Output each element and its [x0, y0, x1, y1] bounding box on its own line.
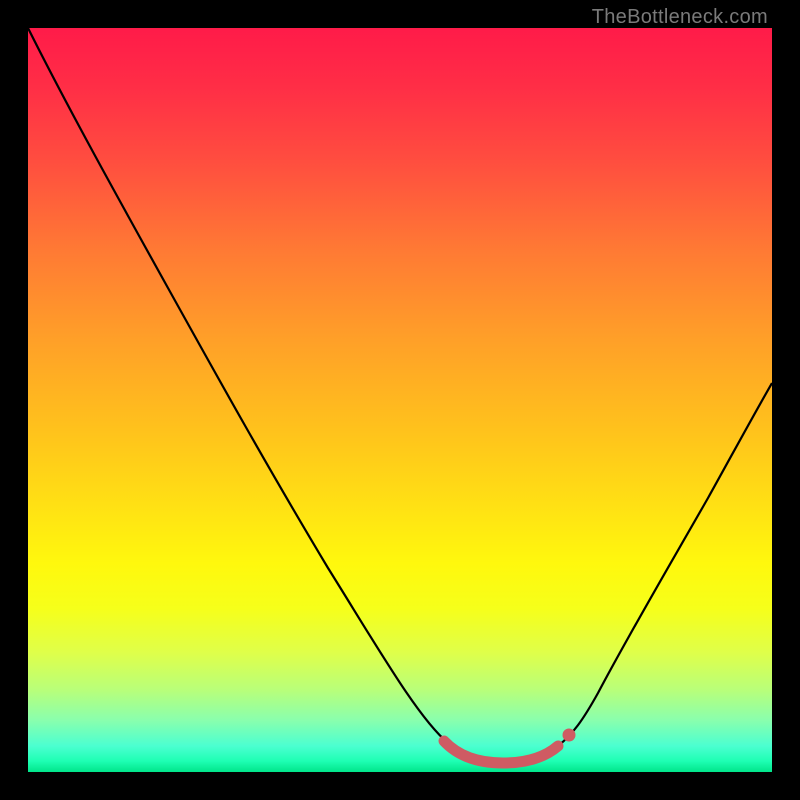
valley-end-dot [563, 729, 576, 742]
plot-area [28, 28, 772, 772]
watermark-label: TheBottleneck.com [592, 6, 768, 29]
chart-frame: TheBottleneck.com [0, 0, 800, 800]
curve-layer [28, 28, 772, 772]
valley-highlight [444, 741, 558, 763]
bottleneck-curve [28, 28, 772, 763]
